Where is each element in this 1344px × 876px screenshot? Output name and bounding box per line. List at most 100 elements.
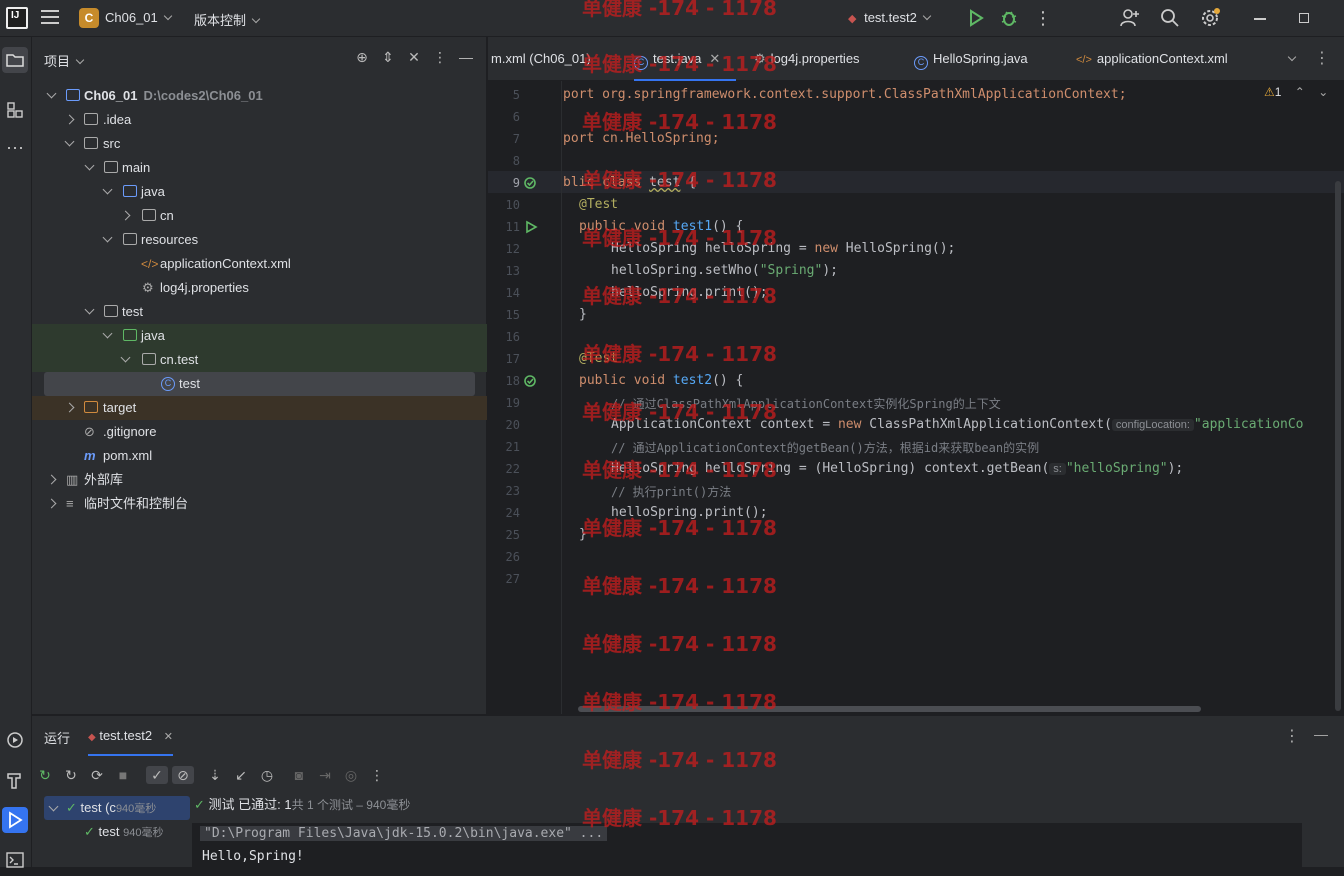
line-number: 6 (512, 110, 520, 124)
project-switcher[interactable]: Ch06_01 (105, 10, 173, 25)
more-actions-icon[interactable]: ⋮ (1033, 8, 1053, 28)
tree-item-resources[interactable]: resources (32, 228, 487, 252)
rerun-failed-icon[interactable]: ↻ (62, 766, 80, 784)
add-user-icon[interactable] (1120, 8, 1140, 28)
snapshot-icon[interactable]: ◙ (290, 766, 308, 784)
show-passed-icon[interactable]: ✓ (146, 766, 168, 784)
tree-item-gitignore[interactable]: ⊘ .gitignore (32, 420, 487, 444)
search-icon[interactable] (1160, 8, 1180, 28)
test-result-case[interactable]: ✓ test 940毫秒 (84, 820, 163, 844)
vertical-scrollbar[interactable] (1335, 181, 1341, 711)
structure-tool-button[interactable] (2, 97, 28, 123)
test-name: test (98, 824, 120, 839)
excluded-folder-icon (84, 401, 98, 413)
stop-icon[interactable]: ■ (114, 766, 132, 784)
run-tool-button[interactable] (2, 807, 28, 833)
run-test-passed-icon[interactable] (524, 176, 538, 190)
vcs-menu[interactable]: 版本控制 (194, 10, 261, 29)
project-panel-title[interactable]: 项目 (44, 51, 85, 70)
chevron-right-icon (64, 114, 75, 125)
run-test-icon[interactable] (524, 220, 538, 234)
run-test-passed-icon[interactable] (524, 374, 538, 388)
sort-icon[interactable]: ⇣ (206, 766, 224, 784)
tab-test-java[interactable]: Ctest.java ✕ (634, 37, 737, 81)
next-highlight-icon[interactable]: ⌄ (1318, 85, 1328, 99)
toggle-auto-test-icon[interactable]: ⟳ (88, 766, 106, 784)
tree-item-test-class[interactable]: C test (44, 372, 475, 396)
terminal-tool-button[interactable] (2, 847, 28, 873)
console-output[interactable]: "D:\Program Files\Java\jdk-15.0.2\bin\ja… (192, 823, 1302, 868)
tree-item-main-java[interactable]: java (32, 180, 487, 204)
project-badge[interactable]: C (79, 8, 99, 28)
folder-icon (104, 161, 118, 173)
tab-hellospring-java[interactable]: C HelloSpring.java (914, 37, 1028, 81)
tree-item-project-root[interactable]: Ch06_01 D:\codes2\Ch06_01 (32, 84, 487, 108)
rerun-icon[interactable]: ↻ (36, 766, 54, 784)
show-ignored-icon[interactable]: ⊘ (172, 766, 194, 784)
tree-item-target[interactable]: target (32, 396, 487, 420)
code-line-18: public void test2() { (579, 373, 744, 388)
tree-item-test-java[interactable]: java (32, 324, 487, 348)
hide-panel-icon[interactable]: — (1314, 726, 1328, 742)
close-tab-icon[interactable]: ✕ (164, 731, 173, 743)
line-number: 15 (505, 308, 520, 322)
run-config-selector[interactable]: ◆ test.test2 (848, 10, 932, 25)
editor-options-icon[interactable]: ⋮ (1314, 37, 1330, 81)
intellij-logo-icon[interactable] (6, 7, 28, 29)
test-result-suite[interactable]: ✓ test (c940毫秒 (44, 796, 190, 820)
options-icon[interactable]: ⋮ (432, 49, 448, 65)
tree-item-test[interactable]: test (32, 300, 487, 324)
horizontal-scrollbar[interactable] (578, 706, 1201, 712)
collapse-icon[interactable]: ↙ (232, 766, 250, 784)
minimize-icon[interactable] (1250, 8, 1270, 28)
previous-highlight-icon[interactable]: ⌃ (1295, 85, 1305, 99)
line-number: 16 (505, 330, 520, 344)
run-tab-test-test2[interactable]: ◆ test.test2 ✕ (88, 716, 173, 756)
locate-icon[interactable]: ⊕ (354, 49, 370, 65)
run-icon[interactable] (966, 8, 986, 28)
history-icon[interactable]: ◷ (258, 766, 276, 784)
tree-item-src[interactable]: src (32, 132, 487, 156)
tree-item-scratches[interactable]: ≡ 临时文件和控制台 (32, 492, 487, 516)
run-options-icon[interactable]: ⋮ (1284, 726, 1300, 746)
tree-item-cn-test[interactable]: cn.test (32, 348, 487, 372)
settings-gear-icon[interactable] (1200, 8, 1220, 28)
parameter-hint: configLocation: (1111, 419, 1194, 431)
maximize-icon[interactable] (1294, 8, 1314, 28)
project-tool-button[interactable] (2, 47, 28, 73)
services-tool-button[interactable] (2, 727, 28, 753)
tab-log4j-properties[interactable]: ⚙ log4j.properties (754, 37, 860, 81)
tab-list-dropdown[interactable] (1282, 37, 1297, 81)
line-number: 11 (505, 220, 520, 234)
source-folder-icon (123, 185, 137, 197)
tree-item-applicationcontext-xml[interactable]: </> applicationContext.xml (32, 252, 487, 276)
code-line-25: } (579, 527, 587, 542)
chevron-down-icon (75, 55, 85, 65)
line-number: 18 (505, 374, 520, 388)
more-options-icon[interactable]: ⋮ (368, 766, 386, 784)
folder-icon (84, 113, 98, 125)
more-tools-icon[interactable]: ··· (2, 137, 28, 163)
coverage-icon[interactable]: ◎ (342, 766, 360, 784)
vcs-label: 版本控制 (194, 13, 247, 28)
tree-item-main[interactable]: main (32, 156, 487, 180)
tree-item-log4j-properties[interactable]: ⚙ log4j.properties (32, 276, 487, 300)
code-editor[interactable]: ⚠1 ⌃ ⌄ 5 6 7 8 9 10 11 12 13 14 15 16 17… (488, 81, 1344, 714)
tab-pom-xml[interactable]: m.xml (Ch06_01) (491, 37, 591, 81)
main-menu-icon[interactable] (41, 10, 59, 26)
chevron-down-icon (1287, 52, 1297, 62)
expand-all-icon[interactable]: ⇕ (380, 49, 396, 65)
tree-item-cn[interactable]: cn (32, 204, 487, 228)
close-tab-icon[interactable]: ✕ (709, 51, 720, 66)
hide-panel-icon[interactable]: — (458, 49, 474, 65)
tab-applicationcontext-xml[interactable]: </> applicationContext.xml (1076, 37, 1228, 81)
import-tests-icon[interactable]: ⇥ (316, 766, 334, 784)
collapse-all-icon[interactable]: ✕ (406, 49, 422, 65)
inspection-widget[interactable]: ⚠1 ⌃ ⌄ (1264, 85, 1328, 99)
tree-item-idea[interactable]: .idea (32, 108, 487, 132)
tree-item-external-libraries[interactable]: ▥ 外部库 (32, 468, 487, 492)
build-tool-button[interactable] (2, 767, 28, 793)
test-name: test (c (80, 800, 116, 815)
tree-item-pom-xml[interactable]: m pom.xml (32, 444, 487, 468)
debug-icon[interactable] (999, 8, 1019, 28)
